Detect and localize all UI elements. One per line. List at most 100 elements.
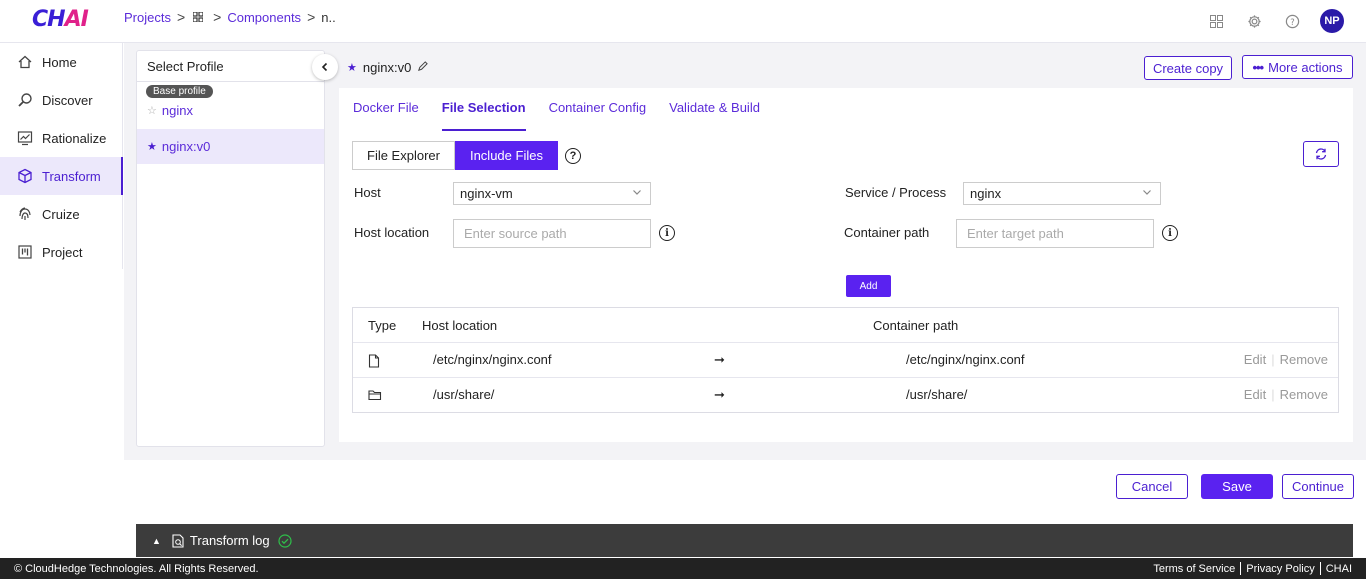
table-row: /etc/nginx/nginx.conf ➞ /etc/nginx/nginx… xyxy=(353,343,1338,378)
svg-text:?: ? xyxy=(1290,16,1294,26)
arrow-right-icon: ➞ xyxy=(714,387,725,402)
divider xyxy=(1240,562,1242,575)
refresh-icon xyxy=(1315,148,1327,160)
nav-item-discover[interactable]: Discover xyxy=(0,81,122,119)
info-icon[interactable]: i xyxy=(1162,225,1178,241)
fingerprint-icon xyxy=(16,205,34,223)
tab-validate-build[interactable]: Validate & Build xyxy=(669,100,760,131)
nav-label: Home xyxy=(42,54,77,70)
star-filled-icon: ★ xyxy=(347,62,357,74)
row-actions: Edit | Remove xyxy=(1243,387,1328,402)
help-icon[interactable]: ? xyxy=(1282,11,1302,31)
nav-label: Transform xyxy=(42,168,101,184)
avatar[interactable]: NP xyxy=(1320,9,1344,33)
top-bar: CHAI Projects > > Components > n.. ? NP xyxy=(0,0,1366,43)
table-header: Type Host location Container path xyxy=(353,308,1338,343)
host-location-input[interactable]: Enter source path xyxy=(453,219,651,248)
divider xyxy=(1319,562,1321,575)
remove-link[interactable]: Remove xyxy=(1280,387,1328,402)
nav-item-transform[interactable]: Transform xyxy=(0,157,123,195)
add-button[interactable]: Add xyxy=(846,275,891,297)
caret-up-icon[interactable]: ▲ xyxy=(152,536,161,546)
help-icon[interactable]: ? xyxy=(565,148,581,164)
nav-item-home[interactable]: Home xyxy=(0,43,122,81)
tab-bar: Docker File File Selection Container Con… xyxy=(353,100,760,131)
edit-link[interactable]: Edit xyxy=(1244,387,1266,402)
nav-label: Cruize xyxy=(42,206,80,222)
pencil-icon[interactable] xyxy=(417,60,429,75)
container-path-input[interactable]: Enter target path xyxy=(956,219,1154,248)
breadcrumb: Projects > > Components > n.. xyxy=(124,9,336,25)
nav-item-project[interactable]: Project xyxy=(0,233,122,271)
include-files-button[interactable]: Include Files xyxy=(454,141,558,170)
tab-container-config[interactable]: Container Config xyxy=(549,100,647,131)
continue-button[interactable]: Continue xyxy=(1282,474,1354,499)
chevron-right-icon: > xyxy=(213,9,222,25)
service-label: Service / Process xyxy=(845,185,947,200)
privacy-link[interactable]: Privacy Policy xyxy=(1246,563,1314,575)
breadcrumb-components[interactable]: Components xyxy=(227,10,301,25)
check-circle-icon xyxy=(278,533,292,548)
tab-file-selection[interactable]: File Selection xyxy=(441,100,526,131)
transform-log-label: Transform log xyxy=(189,533,270,548)
cube-icon xyxy=(16,167,34,185)
component-title: ★ nginx:v0 xyxy=(347,60,429,75)
profile-item-selected[interactable]: ★ nginx:v0 xyxy=(137,129,324,164)
log-document-icon xyxy=(172,533,184,548)
chart-icon xyxy=(16,129,34,147)
left-nav: Home Discover Rationalize Transform Crui… xyxy=(0,43,123,269)
more-actions-button[interactable]: ••• More actions xyxy=(1242,55,1353,79)
terms-link[interactable]: Terms of Service xyxy=(1153,563,1235,575)
table-row: /usr/share/ ➞ /usr/share/ Edit | Remove xyxy=(353,378,1338,413)
chevron-down-icon xyxy=(632,187,642,200)
info-icon[interactable]: i xyxy=(659,225,675,241)
breadcrumb-projects[interactable]: Projects xyxy=(124,10,171,25)
star-filled-icon[interactable]: ★ xyxy=(147,140,157,153)
apps-grid-icon[interactable] xyxy=(1206,11,1226,31)
footer-links: Terms of Service Privacy Policy CHAI xyxy=(1153,562,1352,575)
footer: © CloudHedge Technologies. All Rights Re… xyxy=(0,558,1366,579)
refresh-button[interactable] xyxy=(1303,141,1339,167)
transform-log-bar[interactable]: ▲ Transform log xyxy=(136,524,1353,557)
more-actions-label: More actions xyxy=(1268,59,1343,75)
column-type: Type xyxy=(368,318,397,333)
file-mapping-table: Type Host location Container path /etc/n… xyxy=(352,307,1339,413)
footer-brand: CHAI xyxy=(1325,562,1352,575)
edit-link[interactable]: Edit xyxy=(1244,352,1266,367)
gear-icon[interactable] xyxy=(1244,11,1264,31)
profile-item-base[interactable]: ☆ nginx xyxy=(137,97,324,123)
save-button[interactable]: Save xyxy=(1201,474,1273,499)
view-toggle: File Explorer Include Files xyxy=(352,141,558,170)
collapse-panel-button[interactable] xyxy=(312,54,338,80)
tab-docker-file[interactable]: Docker File xyxy=(353,100,419,131)
row-container-path: /etc/nginx/nginx.conf xyxy=(906,352,1025,367)
grid-icon[interactable] xyxy=(193,12,204,22)
file-icon xyxy=(368,354,382,368)
star-outline-icon[interactable]: ☆ xyxy=(147,104,157,117)
chai-logo[interactable]: CHAI xyxy=(32,7,89,32)
home-icon xyxy=(16,53,34,71)
more-dots-icon: ••• xyxy=(1252,59,1264,75)
column-host-location: Host location xyxy=(422,318,498,333)
chevron-right-icon: > xyxy=(176,9,186,25)
file-explorer-button[interactable]: File Explorer xyxy=(352,141,455,170)
header-icons: ? NP xyxy=(1206,9,1344,33)
nav-item-cruize[interactable]: Cruize xyxy=(0,195,122,233)
chevron-down-icon xyxy=(1142,187,1152,200)
container-path-label: Container path xyxy=(844,225,930,240)
nav-label: Project xyxy=(42,244,83,260)
create-copy-button[interactable]: Create copy xyxy=(1144,56,1232,80)
nav-label: Discover xyxy=(42,92,93,108)
cancel-button[interactable]: Cancel xyxy=(1116,474,1188,499)
remove-link[interactable]: Remove xyxy=(1280,352,1328,367)
profile-panel: Select Profile Base profile ☆ nginx ★ ng… xyxy=(136,50,338,447)
copyright-text: © CloudHedge Technologies. All Rights Re… xyxy=(14,562,259,575)
host-select[interactable]: nginx-vm xyxy=(453,182,651,205)
breadcrumb-current: n.. xyxy=(321,9,336,25)
host-location-label: Host location xyxy=(354,225,430,240)
nav-item-rationalize[interactable]: Rationalize xyxy=(0,119,122,157)
chevron-left-icon xyxy=(321,62,328,72)
search-icon xyxy=(16,91,34,109)
host-select-value: nginx-vm xyxy=(460,186,513,201)
service-select[interactable]: nginx xyxy=(963,182,1161,205)
